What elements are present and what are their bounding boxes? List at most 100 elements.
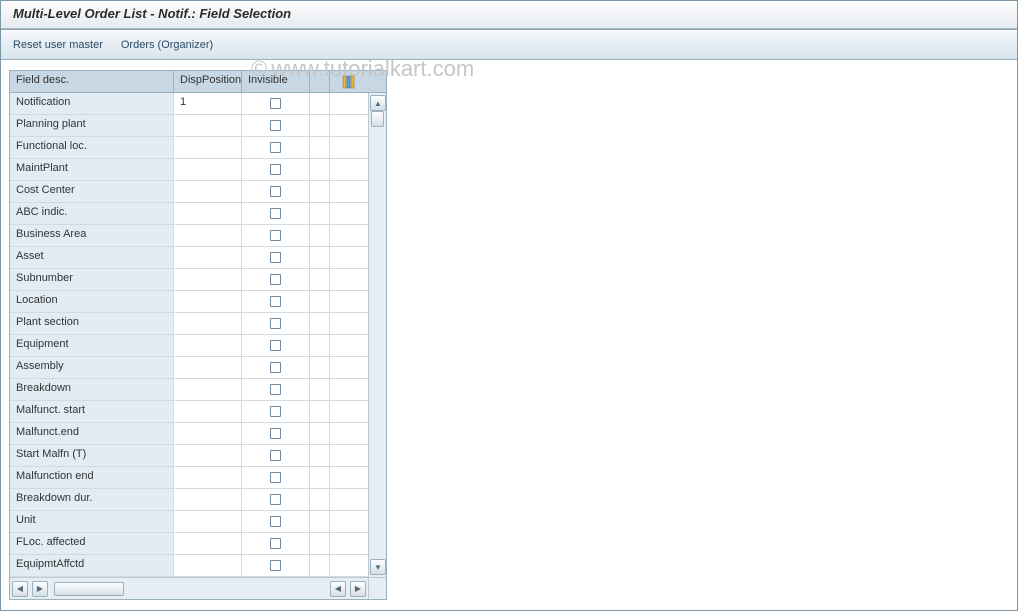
disp-position-input[interactable] [174, 225, 242, 246]
table-row[interactable]: Unit [10, 511, 368, 533]
table-row[interactable]: Plant section [10, 313, 368, 335]
disp-position-input[interactable] [174, 115, 242, 136]
table-row[interactable]: MaintPlant [10, 159, 368, 181]
field-selection-grid: Field desc. DispPosition Invisible Notif… [9, 70, 387, 600]
scroll-down-icon[interactable]: ▼ [370, 559, 386, 575]
disp-position-input[interactable] [174, 357, 242, 378]
invisible-checkbox-cell [242, 467, 310, 488]
table-row[interactable]: Breakdown [10, 379, 368, 401]
disp-position-input[interactable] [174, 203, 242, 224]
invisible-checkbox[interactable] [270, 362, 281, 373]
disp-position-input[interactable] [174, 555, 242, 576]
invisible-checkbox[interactable] [270, 428, 281, 439]
scroll-right-icon[interactable]: ▶ [350, 581, 366, 597]
disp-position-input[interactable] [174, 489, 242, 510]
invisible-checkbox-cell [242, 401, 310, 422]
disp-position-input[interactable] [174, 445, 242, 466]
invisible-checkbox[interactable] [270, 274, 281, 285]
invisible-checkbox[interactable] [270, 494, 281, 505]
field-desc-cell: Start Malfn (T) [10, 445, 174, 466]
disp-position-input[interactable] [174, 401, 242, 422]
field-desc-cell: ABC indic. [10, 203, 174, 224]
invisible-checkbox[interactable] [270, 252, 281, 263]
disp-position-input[interactable] [174, 533, 242, 554]
table-row[interactable]: Location [10, 291, 368, 313]
disp-position-input[interactable] [174, 291, 242, 312]
invisible-checkbox[interactable] [270, 340, 281, 351]
invisible-checkbox[interactable] [270, 406, 281, 417]
vertical-scrollbar[interactable]: ▲ ▼ [368, 93, 386, 577]
table-row[interactable]: Notification1 [10, 93, 368, 115]
table-row[interactable]: Malfunct. start [10, 401, 368, 423]
scroll-left-end-icon[interactable]: ◀ [330, 581, 346, 597]
scroll-left-icon[interactable]: ◀ [12, 581, 28, 597]
disp-position-input[interactable] [174, 335, 242, 356]
disp-position-input[interactable] [174, 423, 242, 444]
table-row[interactable]: Functional loc. [10, 137, 368, 159]
table-row[interactable]: EquipmtAffctd [10, 555, 368, 577]
disp-position-input[interactable] [174, 247, 242, 268]
table-row[interactable]: Planning plant [10, 115, 368, 137]
field-desc-cell: Subnumber [10, 269, 174, 290]
scroll-up-icon[interactable]: ▲ [370, 95, 386, 111]
row-gap [310, 115, 330, 136]
row-gap [310, 93, 330, 114]
horizontal-scroll-thumb[interactable] [54, 582, 124, 596]
column-header-invisible[interactable]: Invisible [242, 71, 310, 92]
table-row[interactable]: Start Malfn (T) [10, 445, 368, 467]
table-row[interactable]: Malfunction end [10, 467, 368, 489]
row-gap [310, 203, 330, 224]
disp-position-input[interactable] [174, 269, 242, 290]
row-gap [310, 137, 330, 158]
table-row[interactable]: Breakdown dur. [10, 489, 368, 511]
invisible-checkbox[interactable] [270, 560, 281, 571]
invisible-checkbox[interactable] [270, 164, 281, 175]
invisible-checkbox[interactable] [270, 516, 281, 527]
invisible-checkbox[interactable] [270, 186, 281, 197]
invisible-checkbox[interactable] [270, 538, 281, 549]
disp-position-input[interactable] [174, 159, 242, 180]
table-row[interactable]: ABC indic. [10, 203, 368, 225]
title-bar: Multi-Level Order List - Notif.: Field S… [1, 1, 1017, 29]
disp-position-input[interactable] [174, 467, 242, 488]
disp-position-input[interactable]: 1 [174, 93, 242, 114]
configure-columns-button[interactable] [330, 71, 368, 92]
invisible-checkbox[interactable] [270, 120, 281, 131]
column-header-disp-position[interactable]: DispPosition [174, 71, 242, 92]
invisible-checkbox-cell [242, 137, 310, 158]
table-row[interactable]: FLoc. affected [10, 533, 368, 555]
horizontal-scrollbar[interactable]: ◀ ▶ ◀ ▶ [10, 577, 368, 599]
column-header-field-desc[interactable]: Field desc. [10, 71, 174, 92]
table-row[interactable]: Asset [10, 247, 368, 269]
disp-position-input[interactable] [174, 181, 242, 202]
field-desc-cell: Cost Center [10, 181, 174, 202]
horizontal-scroll-track[interactable] [50, 582, 208, 596]
vertical-scroll-thumb[interactable] [371, 111, 384, 127]
invisible-checkbox[interactable] [270, 230, 281, 241]
invisible-checkbox[interactable] [270, 450, 281, 461]
table-row[interactable]: Subnumber [10, 269, 368, 291]
field-desc-cell: Business Area [10, 225, 174, 246]
invisible-checkbox[interactable] [270, 98, 281, 109]
table-row[interactable]: Cost Center [10, 181, 368, 203]
invisible-checkbox[interactable] [270, 318, 281, 329]
invisible-checkbox[interactable] [270, 208, 281, 219]
table-row[interactable]: Assembly [10, 357, 368, 379]
application-toolbar: Reset user master Orders (Organizer) [1, 30, 1017, 60]
disp-position-input[interactable] [174, 137, 242, 158]
disp-position-input[interactable] [174, 511, 242, 532]
invisible-checkbox[interactable] [270, 296, 281, 307]
table-row[interactable]: Business Area [10, 225, 368, 247]
invisible-checkbox[interactable] [270, 142, 281, 153]
reset-user-master-button[interactable]: Reset user master [13, 39, 103, 51]
invisible-checkbox[interactable] [270, 472, 281, 483]
disp-position-input[interactable] [174, 313, 242, 334]
disp-position-input[interactable] [174, 379, 242, 400]
orders-organizer-button[interactable]: Orders (Organizer) [121, 39, 213, 51]
invisible-checkbox-cell [242, 555, 310, 576]
vertical-scroll-track[interactable] [371, 111, 384, 559]
table-row[interactable]: Equipment [10, 335, 368, 357]
invisible-checkbox[interactable] [270, 384, 281, 395]
scroll-right-step-icon[interactable]: ▶ [32, 581, 48, 597]
table-row[interactable]: Malfunct.end [10, 423, 368, 445]
